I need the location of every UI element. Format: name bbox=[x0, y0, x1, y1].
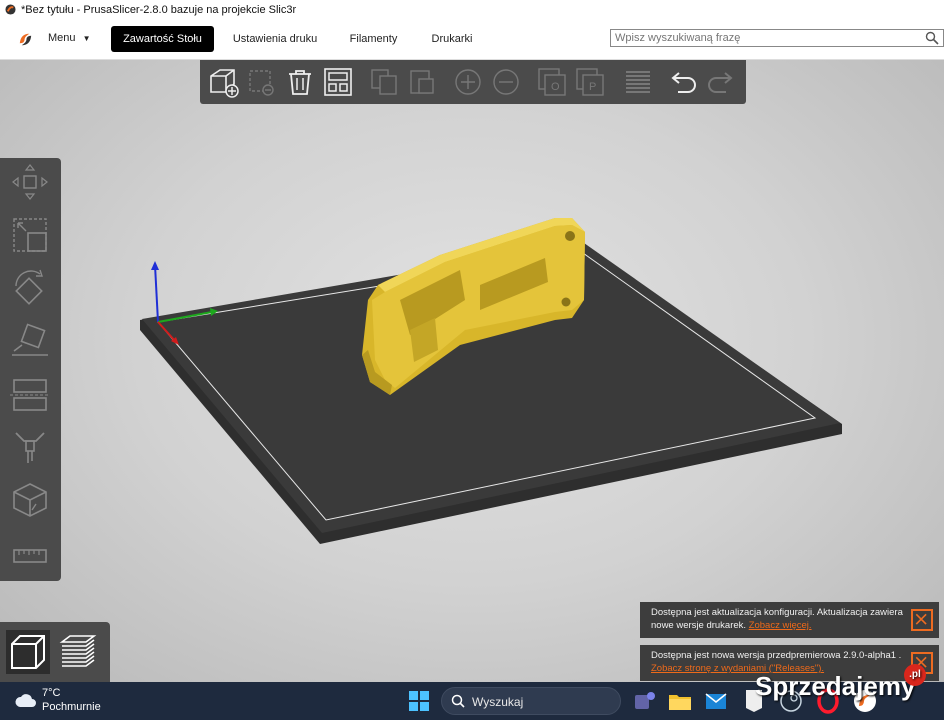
close-icon[interactable] bbox=[911, 609, 933, 631]
taskbar-search[interactable]: Wyszukaj bbox=[441, 687, 621, 715]
search-box bbox=[610, 29, 944, 47]
menu-button[interactable]: Menu ▼ bbox=[48, 32, 91, 44]
3d-viewport[interactable] bbox=[0, 60, 944, 682]
undo-icon[interactable] bbox=[668, 66, 700, 98]
view-switcher bbox=[0, 622, 110, 682]
taskbar-search-label: Wyszukaj bbox=[472, 695, 524, 709]
left-gizmo-toolbar bbox=[0, 158, 61, 581]
add-instance-icon[interactable] bbox=[452, 66, 484, 98]
tab-label: Zawartość Stołu bbox=[123, 33, 202, 45]
tab-print-settings[interactable]: Ustawienia druku bbox=[224, 26, 326, 52]
teams-icon[interactable] bbox=[630, 687, 658, 715]
prusaslicer-logo-icon bbox=[16, 30, 35, 49]
watermark-text: Sprzedajemy bbox=[755, 671, 916, 701]
tab-label: Drukarki bbox=[431, 33, 473, 45]
arrange-icon[interactable] bbox=[322, 66, 354, 98]
move-icon[interactable] bbox=[10, 162, 50, 202]
copy-icon[interactable] bbox=[368, 66, 400, 98]
variable-layer-height-icon[interactable] bbox=[622, 66, 654, 98]
weather-temperature: 7°C bbox=[42, 687, 61, 699]
notification-text: Dostępna jest nowa wersja przedpremierow… bbox=[651, 650, 902, 661]
tab-plater[interactable]: Zawartość Stołu bbox=[111, 26, 214, 52]
add-object-icon[interactable] bbox=[208, 66, 240, 98]
top-toolbar: O P bbox=[200, 60, 746, 104]
delete-icon[interactable] bbox=[246, 66, 278, 98]
notification-link[interactable]: Zobacz więcej. bbox=[749, 620, 812, 631]
chevron-down-icon: ▼ bbox=[82, 34, 91, 43]
svg-text:O: O bbox=[551, 81, 560, 93]
cut-icon[interactable] bbox=[10, 374, 50, 414]
cloud-weather-icon[interactable] bbox=[14, 689, 38, 713]
scale-icon[interactable] bbox=[10, 215, 50, 255]
scene-canvas[interactable] bbox=[0, 60, 944, 682]
notification-config-update: Dostępna jest aktualizacja konfiguracji.… bbox=[640, 602, 939, 638]
paste-icon[interactable] bbox=[406, 66, 438, 98]
preview-layers-icon[interactable] bbox=[56, 630, 100, 674]
measure-icon[interactable] bbox=[10, 536, 50, 576]
delete-all-icon[interactable] bbox=[284, 66, 316, 98]
prusaslicer-app-icon bbox=[5, 4, 16, 15]
z-axis bbox=[154, 264, 159, 323]
weather-description: Pochmurnie bbox=[42, 701, 101, 713]
svg-text:P: P bbox=[589, 81, 596, 93]
main-menubar: Menu ▼ Zawartość Stołu Ustawienia druku … bbox=[0, 19, 944, 60]
split-objects-icon[interactable]: O bbox=[536, 66, 568, 98]
split-parts-icon[interactable]: P bbox=[574, 66, 606, 98]
supports-paint-icon[interactable] bbox=[10, 427, 50, 467]
tab-printers[interactable]: Drukarki bbox=[421, 26, 483, 52]
mail-icon[interactable] bbox=[702, 687, 730, 715]
rotate-icon[interactable] bbox=[10, 268, 50, 308]
file-explorer-icon[interactable] bbox=[666, 687, 694, 715]
3d-view-icon[interactable] bbox=[6, 630, 50, 674]
tab-label: Ustawienia druku bbox=[232, 33, 318, 45]
menu-label: Menu bbox=[48, 32, 76, 44]
redo-icon[interactable] bbox=[704, 66, 736, 98]
search-icon[interactable] bbox=[925, 31, 939, 45]
watermark-suffix: .pl bbox=[904, 664, 926, 686]
remove-instance-icon[interactable] bbox=[490, 66, 522, 98]
search-icon bbox=[451, 694, 465, 708]
window-title: *Bez tytułu - PrusaSlicer-2.8.0 bazuje n… bbox=[21, 3, 297, 16]
tab-filaments[interactable]: Filamenty bbox=[336, 26, 411, 52]
place-on-face-icon[interactable] bbox=[10, 321, 50, 361]
search-input[interactable] bbox=[611, 30, 919, 46]
tab-label: Filamenty bbox=[349, 33, 398, 45]
watermark-logo: Sprzedajemy .pl bbox=[755, 664, 926, 702]
window-titlebar: *Bez tytułu - PrusaSlicer-2.8.0 bazuje n… bbox=[0, 0, 944, 19]
start-icon[interactable] bbox=[405, 687, 433, 715]
seam-paint-icon[interactable] bbox=[10, 480, 50, 520]
